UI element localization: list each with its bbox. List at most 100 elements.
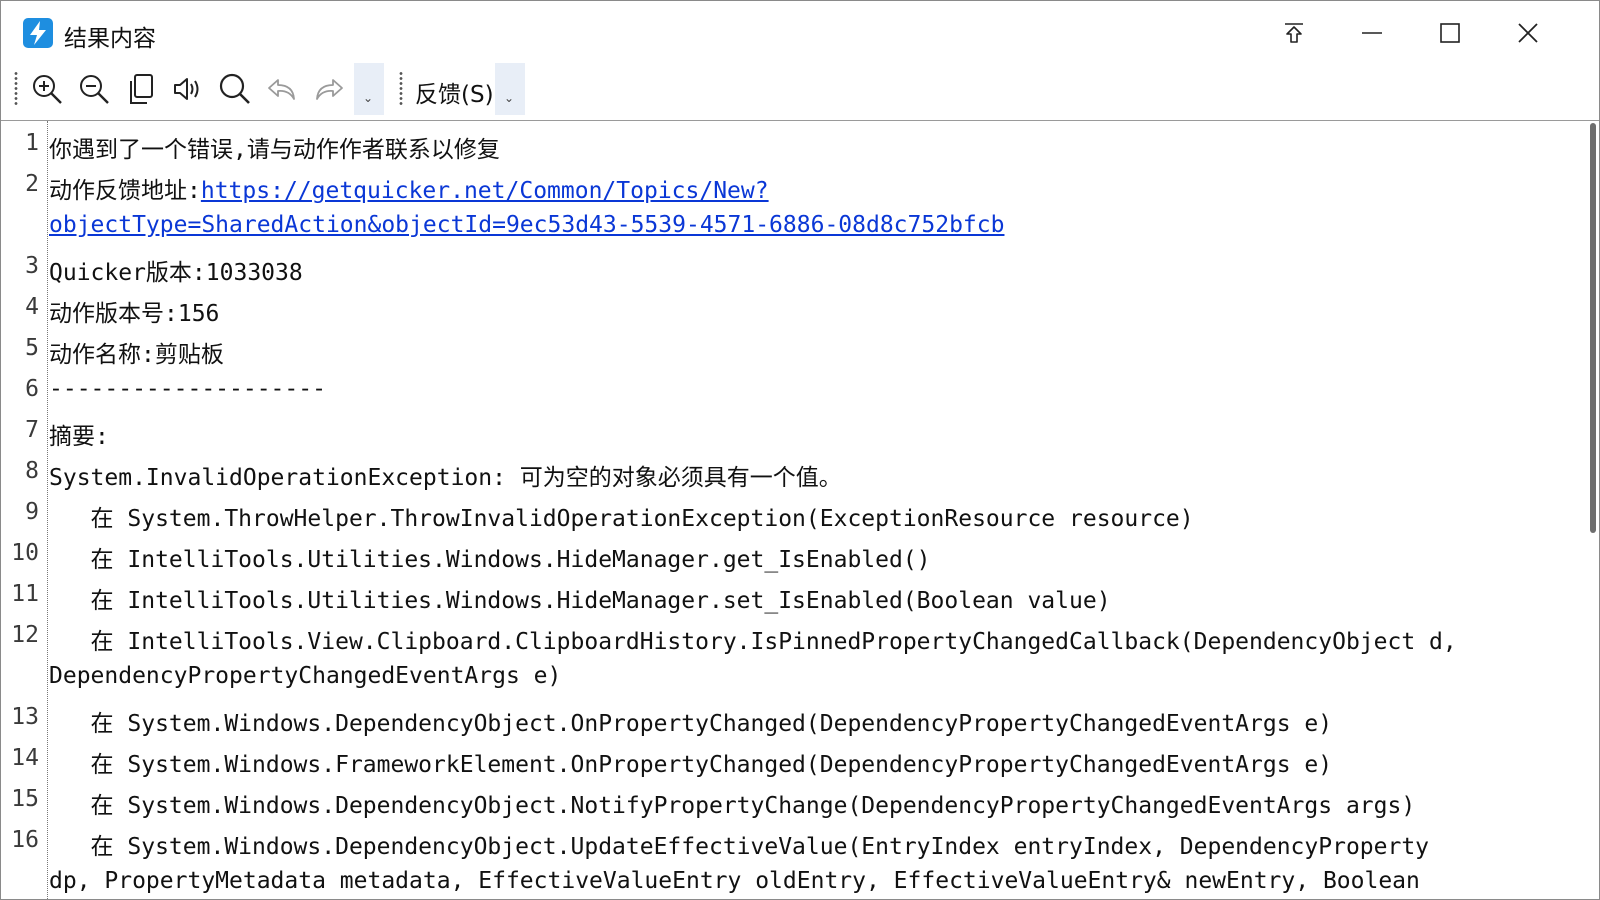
- quicker-logo-icon: [23, 18, 53, 48]
- search-button[interactable]: [215, 69, 255, 109]
- editor-line: 13 在 System.Windows.DependencyObject.OnP…: [1, 699, 1591, 740]
- editor-line: 8 System.InvalidOperationException: 可为空的对…: [1, 453, 1591, 494]
- line-text: DependencyPropertyChangedEventArgs e): [49, 663, 561, 689]
- search-icon: [219, 73, 250, 104]
- title-bar[interactable]: 结果内容: [1, 1, 1599, 63]
- line-text-content: dp, PropertyMetadata metadata, Effective…: [49, 868, 1420, 894]
- line-text-content: 在 System.ThrowHelper.ThrowInvalidOperati…: [49, 506, 1194, 532]
- pin-button[interactable]: [1271, 13, 1317, 53]
- editor-line: 12 在 IntelliTools.View.Clipboard.Clipboa…: [1, 617, 1591, 658]
- line-text-content: --------------------: [49, 376, 326, 402]
- line-text: Quicker版本:1033038: [49, 253, 303, 287]
- redo-icon: [316, 79, 343, 100]
- line-text-content: 动作版本号:156: [49, 301, 220, 327]
- line-text: 动作版本号:156: [49, 294, 219, 328]
- line-text-content: 在 IntelliTools.Utilities.Windows.HideMan…: [49, 547, 931, 573]
- line-text: 在 IntelliTools.Utilities.Windows.HideMan…: [49, 540, 931, 574]
- pin-top-icon: [1285, 23, 1303, 43]
- line-number: 10: [11, 540, 39, 566]
- line-text: dp, PropertyMetadata metadata, Effective…: [49, 868, 1420, 894]
- zoom-out-button[interactable]: [74, 69, 114, 109]
- line-number: 6: [25, 376, 39, 402]
- line-text-content: 摘要:: [49, 424, 109, 450]
- line-text: 你遇到了一个错误,请与动作作者联系以修复: [49, 130, 500, 164]
- close-icon: [1518, 23, 1538, 43]
- line-number: 1: [25, 130, 39, 156]
- chevron-down-icon: ⌄: [504, 91, 515, 105]
- editor-line: 5 动作名称:剪贴板: [1, 330, 1591, 371]
- close-button[interactable]: [1505, 13, 1551, 53]
- line-text-content: Quicker版本:1033038: [49, 260, 303, 286]
- line-text-content: DependencyPropertyChangedEventArgs e): [49, 663, 562, 689]
- line-text-content: 你遇到了一个错误,请与动作作者联系以修复: [49, 137, 500, 163]
- undo-button[interactable]: [262, 69, 302, 109]
- toolbar: ⌄ 反馈(S) ⌄: [1, 63, 1599, 119]
- line-text-content: 动作反馈地址:: [49, 178, 201, 204]
- copy-icon: [130, 74, 153, 104]
- result-text-editor[interactable]: 1 你遇到了一个错误,请与动作作者联系以修复 2 动作反馈地址:https://get…: [1, 120, 1599, 899]
- editor-line: 4 动作版本号:156: [1, 289, 1591, 330]
- minimize-icon: [1362, 32, 1382, 34]
- line-text: 在 IntelliTools.View.Clipboard.ClipboardH…: [49, 622, 1457, 656]
- editor-line: 16 在 System.Windows.DependencyObject.Upd…: [1, 822, 1591, 863]
- line-text-content: 在 IntelliTools.View.Clipboard.ClipboardH…: [49, 629, 1457, 655]
- line-number: 14: [11, 745, 39, 771]
- toolbar-overflow-button-2[interactable]: ⌄: [495, 63, 525, 115]
- editor-line: 11 在 IntelliTools.Utilities.Windows.Hide…: [1, 576, 1591, 617]
- result-window: 结果内容 ⌄ 反馈(S) ⌄ 1 你遇到了一个错误,请与动作作者联系以修复 2 …: [0, 0, 1600, 900]
- speaker-icon: [174, 78, 199, 100]
- editor-line: 7 摘要:: [1, 412, 1591, 453]
- line-number: 8: [25, 458, 39, 484]
- zoom-in-button[interactable]: [27, 69, 67, 109]
- line-text-content: 动作名称:剪贴板: [49, 342, 224, 368]
- line-text: 摘要:: [49, 417, 109, 451]
- zoom-out-icon: [80, 75, 109, 104]
- minimize-button[interactable]: [1349, 13, 1395, 53]
- feedback-url-link[interactable]: https://getquicker.net/Common/Topics/New…: [201, 178, 769, 204]
- line-number: 4: [25, 294, 39, 320]
- line-text: 动作名称:剪贴板: [49, 335, 224, 369]
- editor-line: 15 在 System.Windows.DependencyObject.Not…: [1, 781, 1591, 822]
- line-text: 在 IntelliTools.Utilities.Windows.HideMan…: [49, 581, 1111, 615]
- editor-line: dp, PropertyMetadata metadata, Effective…: [1, 863, 1591, 899]
- toolbar-overflow-button-1[interactable]: ⌄: [354, 63, 384, 115]
- line-number: 12: [11, 622, 39, 648]
- editor-lines: 1 你遇到了一个错误,请与动作作者联系以修复 2 动作反馈地址:https://get…: [1, 125, 1591, 899]
- toolbar-grip[interactable]: [14, 71, 18, 107]
- editor-line: 9 在 System.ThrowHelper.ThrowInvalidOpera…: [1, 494, 1591, 535]
- line-text: 在 System.Windows.DependencyObject.Notify…: [49, 786, 1416, 820]
- line-text-content: System.InvalidOperationException: 可为空的对象…: [49, 465, 842, 491]
- line-text: 在 System.Windows.DependencyObject.OnProp…: [49, 704, 1333, 738]
- window-title: 结果内容: [64, 26, 156, 52]
- editor-line: 14 在 System.Windows.FrameworkElement.OnP…: [1, 740, 1591, 781]
- toolbar-grip-2[interactable]: [399, 71, 403, 107]
- line-text: 在 System.Windows.FrameworkElement.OnProp…: [49, 745, 1333, 779]
- copy-button[interactable]: [121, 69, 161, 109]
- editor-line: 6 --------------------: [1, 371, 1591, 412]
- line-text-content: 在 System.Windows.DependencyObject.Update…: [49, 834, 1430, 860]
- scrollbar-thumb[interactable]: [1590, 123, 1596, 533]
- editor-line: DependencyPropertyChangedEventArgs e): [1, 658, 1591, 699]
- line-text: 动作反馈地址:https://getquicker.net/Common/Top…: [49, 171, 769, 205]
- vertical-scrollbar[interactable]: [1587, 121, 1599, 899]
- editor-line: 3 Quicker版本:1033038: [1, 248, 1591, 289]
- editor-line: 2 动作反馈地址:https://getquicker.net/Common/To…: [1, 166, 1591, 207]
- line-number: 9: [25, 499, 39, 525]
- maximize-button[interactable]: [1427, 13, 1473, 53]
- line-number: 3: [25, 253, 39, 279]
- chevron-down-icon: ⌄: [363, 91, 374, 105]
- line-text-content: 在 System.Windows.DependencyObject.OnProp…: [49, 711, 1333, 737]
- line-text-content: 在 System.Windows.FrameworkElement.OnProp…: [49, 752, 1333, 778]
- maximize-icon: [1440, 23, 1460, 43]
- line-text: --------------------: [49, 376, 326, 402]
- feedback-button[interactable]: 反馈(S): [415, 75, 494, 109]
- zoom-in-icon: [33, 75, 62, 104]
- line-number: 11: [11, 581, 39, 607]
- feedback-url-link[interactable]: objectType=SharedAction&objectId=9ec53d4…: [49, 212, 1004, 238]
- line-number: 15: [11, 786, 39, 812]
- line-text-content: 在 IntelliTools.Utilities.Windows.HideMan…: [49, 588, 1111, 614]
- editor-line: objectType=SharedAction&objectId=9ec53d4…: [1, 207, 1591, 248]
- speak-button[interactable]: [168, 69, 208, 109]
- editor-line: 10 在 IntelliTools.Utilities.Windows.Hide…: [1, 535, 1591, 576]
- redo-button[interactable]: [309, 69, 349, 109]
